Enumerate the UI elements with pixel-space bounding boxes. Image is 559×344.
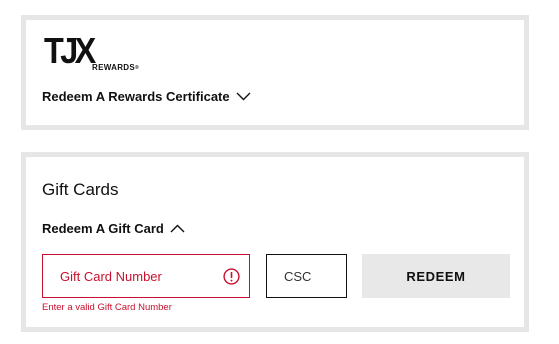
csc-field: [266, 254, 347, 298]
gift-card-error-message: Enter a valid Gift Card Number: [42, 302, 172, 313]
gift-cards-title: Gift Cards: [42, 180, 119, 199]
rewards-panel: TJX REWARDS® Redeem A Rewards Certificat…: [21, 15, 529, 130]
logo-tjx-text: TJX: [44, 30, 96, 71]
redeem-gift-card-toggle[interactable]: Redeem A Gift Card: [42, 221, 185, 236]
redeem-button[interactable]: REDEEM: [362, 254, 510, 298]
chevron-up-icon: [170, 224, 185, 233]
redeem-rewards-certificate-label: Redeem A Rewards Certificate: [42, 89, 230, 104]
redeem-rewards-certificate-toggle[interactable]: Redeem A Rewards Certificate: [42, 89, 251, 104]
chevron-down-icon: [236, 92, 251, 101]
redeem-gift-card-label: Redeem A Gift Card: [42, 221, 164, 236]
csc-input[interactable]: [267, 255, 346, 297]
error-alert-icon: [223, 268, 240, 285]
gift-card-number-field: [42, 254, 250, 298]
logo-rewards-text: REWARDS®: [92, 63, 139, 72]
gift-card-number-input[interactable]: [43, 255, 249, 297]
gift-cards-panel: Gift Cards Redeem A Gift Card REDEEM Ent…: [21, 152, 529, 332]
tjx-rewards-logo: TJX REWARDS®: [44, 31, 144, 75]
